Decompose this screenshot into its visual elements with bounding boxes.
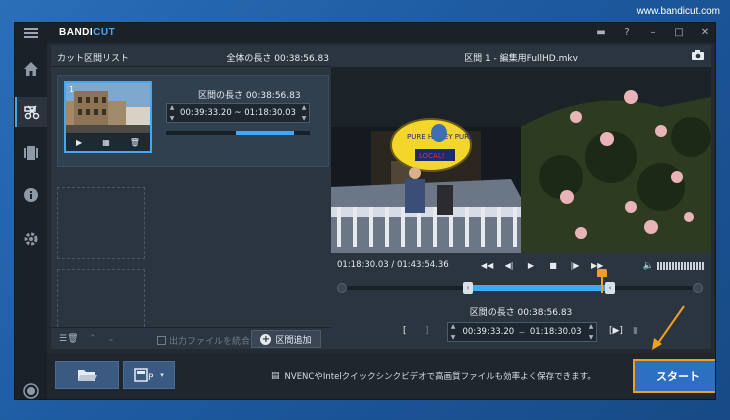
minimize-icon[interactable]: – — [647, 26, 659, 40]
help-icon[interactable]: ? — [621, 26, 633, 40]
segment-start-spinner[interactable]: ▲ ▼ — [448, 323, 458, 341]
add-segment-label: 区間追加 — [275, 335, 312, 346]
playhead-marker[interactable] — [601, 271, 603, 293]
thumbnail-image: 1 — [66, 83, 150, 133]
clip-time-range[interactable]: ▲ ▼ 00:39:33.20 ~ 01:18:30.03 ▲ ▼ — [166, 103, 310, 123]
timeline-start-cap — [337, 283, 347, 293]
timeline-selection[interactable] — [467, 285, 607, 291]
video-title: 区間 1 - 編集用FullHD.mkv — [464, 54, 578, 64]
arrow-annotation — [652, 305, 685, 350]
go-start-icon[interactable]: ] — [425, 326, 429, 336]
sign-local-text: LOCAL! — [419, 152, 445, 160]
merge-checkbox[interactable] — [157, 336, 166, 345]
clip-length: 区間の長さ 00:38:56.83 — [198, 91, 301, 101]
sidebar — [15, 43, 47, 399]
clip-thumbnail[interactable]: 1 ▶ ▦ 🗑 — [64, 81, 152, 153]
segment-time-box[interactable]: ▲ ▼ 00:39:33.20 ~ 01:18:30.03 ▲ ▼ — [447, 322, 597, 342]
app-logo: BANDICUT — [59, 27, 115, 38]
close-icon[interactable]: ✕ — [699, 26, 711, 40]
playback-position: 01:18:30.03 / 01:43:54.36 — [337, 260, 449, 270]
cut-list-title: カット区間リスト — [57, 54, 130, 64]
svg-text:P: P — [148, 373, 154, 382]
info-icon[interactable] — [21, 185, 41, 205]
volume-bars[interactable] — [657, 262, 705, 270]
set-start-icon[interactable]: [ — [403, 326, 407, 336]
app-window: BANDICUT ▬ ? – □ ✕ カット区間リスト 全体の長さ 00:38:… — [14, 22, 716, 400]
folder-open-icon — [78, 370, 97, 381]
cut-list-footer: ☰🗑 ⌃ ⌄ 出力ファイルを統合 + 区間追加 — [51, 327, 335, 349]
home-icon[interactable] — [21, 59, 41, 79]
clip-index: 1 — [69, 85, 75, 94]
total-length: 全体の長さ 00:38:56.83 — [226, 54, 329, 64]
stop-icon[interactable]: ■ — [547, 259, 559, 273]
segment-end-time[interactable]: 01:18:30.03 — [525, 327, 586, 337]
gear-icon[interactable] — [21, 229, 41, 249]
move-up-icon[interactable]: ⌃ — [89, 334, 97, 344]
tip-text: NVENCやIntelクイックシンクビデオで高画質ファイルも効率よく保存できます… — [284, 372, 596, 382]
watermark: www.bandicut.com — [636, 6, 720, 17]
clip-item[interactable]: 1 ▶ ▦ 🗑 区間の長さ 00:38:56.83 ▲ ▼ 00:39:33.20… — [57, 75, 329, 167]
bottom-bar: P ▾ ▤ NVENCやIntelクイックシンクビデオで高画質ファイルも効率よく… — [47, 353, 715, 399]
title-bar: BANDICUT ▬ ? – □ ✕ — [15, 23, 715, 43]
chat-icon: ▤ — [271, 371, 280, 381]
move-down-icon[interactable]: ⌄ — [107, 334, 115, 344]
empty-slot — [57, 187, 145, 259]
menu-icon[interactable] — [24, 28, 38, 38]
merge-option[interactable]: 出力ファイルを統合 — [157, 334, 250, 347]
start-handle[interactable]: › — [463, 282, 473, 294]
open-folder-button[interactable] — [55, 361, 119, 389]
prev-segment-icon[interactable]: ◀◀ — [481, 259, 493, 273]
clip-progress-fill — [236, 131, 294, 135]
record-icon[interactable] — [23, 383, 39, 399]
cut-icon[interactable] — [15, 97, 47, 127]
segment-start-time[interactable]: 00:39:33.20 — [458, 327, 519, 337]
cut-list-panel: カット区間リスト 全体の長さ 00:38:56.83 1 ▶ ▦ 🗑 区間の長さ… — [51, 45, 335, 349]
player-controls-row: 01:18:30.03 / 01:43:54.36 ◀◀ ◀| ▶ ■ |▶ ▶… — [331, 257, 711, 275]
go-end-icon[interactable]: [▶] — [609, 326, 623, 336]
tip-message: ▤ NVENCやIntelクイックシンクビデオで高画質ファイルも効率よく保存でき… — [271, 370, 596, 382]
segment-end-spinner[interactable]: ▲ ▼ — [586, 323, 596, 341]
end-spinner[interactable]: ▲ ▼ — [299, 104, 309, 122]
maximize-icon[interactable]: □ — [673, 26, 685, 40]
output-format-button[interactable]: P ▾ — [123, 361, 175, 389]
film-format-icon: P — [134, 368, 154, 382]
clip-time-text: 00:39:33.20 ~ 01:18:30.03 — [180, 108, 296, 118]
add-segment-button[interactable]: + 区間追加 — [251, 330, 321, 348]
film-icon[interactable] — [21, 143, 41, 163]
dropdown-icon[interactable]: ▾ — [160, 371, 164, 379]
video-preview[interactable]: PURE HONEY PURE LOCAL! — [331, 67, 711, 253]
volume-control[interactable]: 🔈 — [643, 261, 705, 271]
merge-label: 出力ファイルを統合 — [169, 337, 251, 347]
end-handle[interactable]: ‹ — [605, 282, 615, 294]
start-spinner[interactable]: ▲ ▼ — [167, 104, 177, 122]
play-icon[interactable]: ▶ — [525, 259, 537, 273]
grid-icon[interactable]: ▦ — [102, 138, 110, 147]
speaker-icon[interactable]: 🔈 — [643, 261, 654, 271]
set-end-icon[interactable]: ▮ — [633, 326, 638, 336]
logo-bandi: BANDI — [59, 27, 94, 38]
plus-icon: + — [260, 333, 272, 345]
next-frame-icon[interactable]: |▶ — [569, 259, 581, 273]
empty-slot — [57, 269, 145, 327]
folder-icon[interactable]: ▬ — [595, 26, 607, 40]
start-button[interactable]: スタート — [633, 359, 715, 393]
timeline-end-cap — [693, 283, 703, 293]
clip-progress-bar — [166, 131, 310, 135]
prev-frame-icon[interactable]: ◀| — [503, 259, 515, 273]
player-header: 区間 1 - 編集用FullHD.mkv — [331, 45, 711, 67]
timeline[interactable]: › ‹ — [337, 269, 705, 295]
cut-list-header: カット区間リスト 全体の長さ 00:38:56.83 — [51, 45, 335, 67]
list-delete-icon[interactable]: ☰🗑 — [59, 334, 79, 344]
logo-cut: CUT — [93, 27, 116, 38]
camera-icon[interactable] — [691, 49, 705, 64]
trash-icon[interactable]: 🗑 — [130, 138, 140, 147]
play-icon[interactable]: ▶ — [76, 138, 82, 147]
